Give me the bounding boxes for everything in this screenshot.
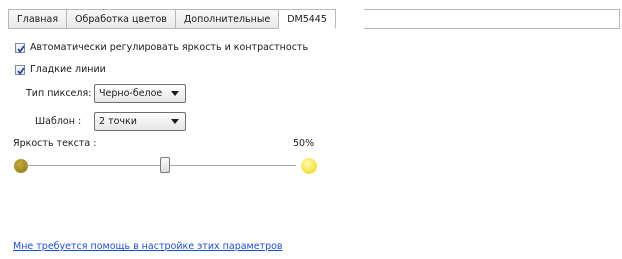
tab-main[interactable]: Главная bbox=[8, 9, 68, 29]
dark-brightness-icon bbox=[14, 159, 28, 173]
checkmark-icon bbox=[17, 45, 25, 53]
tab-bar: Главная Обработка цветов Дополнительные … bbox=[8, 9, 620, 29]
bright-brightness-icon bbox=[301, 158, 317, 174]
text-brightness-value: 50% bbox=[293, 138, 315, 149]
template-label: Шаблон : bbox=[35, 116, 82, 127]
checkmark-icon bbox=[17, 67, 25, 75]
smooth-lines-checkbox[interactable] bbox=[15, 64, 25, 75]
chevron-down-icon bbox=[171, 119, 179, 124]
text-brightness-label: Яркость текста : bbox=[13, 138, 97, 149]
auto-brightness-option[interactable]: Автоматически регулировать яркость и кон… bbox=[15, 42, 308, 53]
tab-color-processing[interactable]: Обработка цветов bbox=[67, 9, 176, 29]
smooth-lines-option[interactable]: Гладкие линии bbox=[15, 64, 106, 75]
pixel-type-select[interactable]: Черно-белое bbox=[94, 84, 186, 103]
pixel-type-label: Тип пикселя: bbox=[26, 88, 92, 99]
pixel-type-value: Черно-белое bbox=[99, 88, 163, 99]
auto-brightness-label: Автоматически регулировать яркость и кон… bbox=[30, 42, 309, 53]
tab-bar-fill bbox=[364, 9, 620, 29]
template-value: 2 точки bbox=[99, 116, 137, 127]
chevron-down-icon bbox=[171, 91, 179, 96]
template-select[interactable]: 2 точки bbox=[94, 112, 186, 131]
smooth-lines-label: Гладкие линии bbox=[30, 64, 106, 75]
text-brightness-slider-thumb[interactable] bbox=[160, 157, 170, 173]
tab-advanced[interactable]: Дополнительные bbox=[175, 9, 280, 29]
tab-dm5445[interactable]: DM5445 bbox=[279, 9, 336, 29]
help-settings-link[interactable]: Мне требуется помощь в настройке этих па… bbox=[13, 241, 283, 252]
tab-strip: Главная Обработка цветов Дополнительные … bbox=[8, 9, 336, 29]
auto-brightness-checkbox[interactable] bbox=[15, 42, 25, 53]
